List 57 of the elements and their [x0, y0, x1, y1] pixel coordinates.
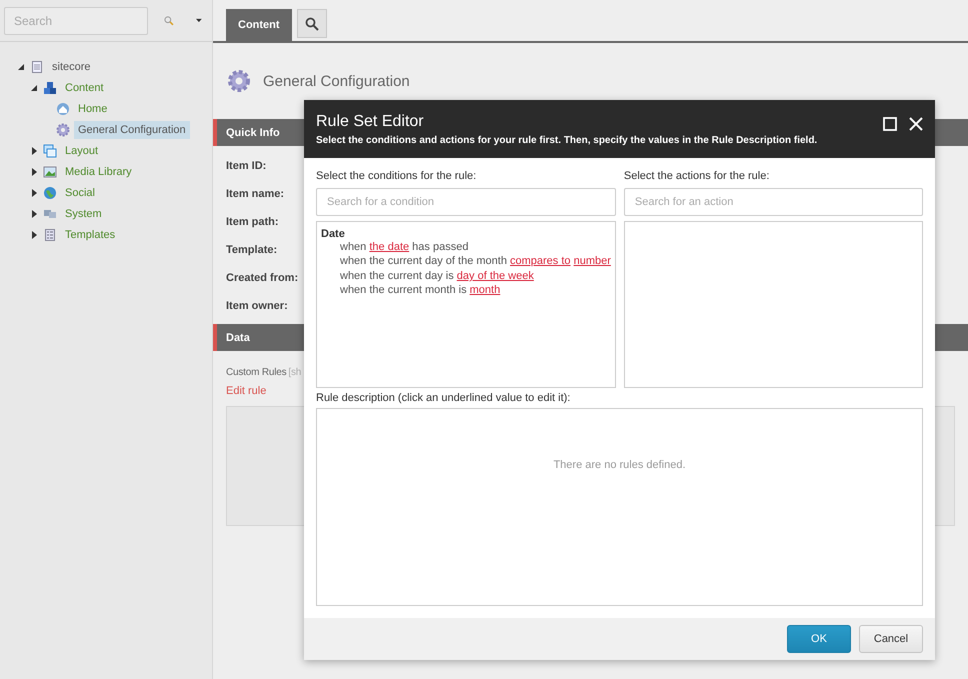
collapsed-arrow-icon[interactable] [32, 188, 36, 196]
image-icon [43, 164, 57, 178]
field-hint: [sh [288, 367, 302, 378]
field-label: Custom Rules [226, 367, 286, 378]
dialog-title: Rule Set Editor [316, 113, 425, 131]
tree-item[interactable]: Templates [61, 226, 120, 244]
gear-icon [56, 122, 70, 136]
field-label: Item name: [226, 188, 284, 202]
expanded-arrow-icon[interactable] [18, 64, 24, 70]
tree-item[interactable]: Home [74, 100, 112, 118]
tree-item[interactable]: System [61, 204, 106, 222]
item-title: General Configuration [263, 72, 410, 90]
field-label: Item ID: [226, 160, 266, 174]
empty-message: There are no rules defined. [553, 458, 686, 473]
maximize-icon[interactable] [883, 117, 897, 131]
condition-item[interactable]: when the current day is day of the week [340, 268, 534, 284]
search-button[interactable] [296, 9, 327, 38]
windows-icon [43, 144, 57, 158]
search-icon [304, 16, 319, 30]
conditions-label: Select the conditions for the rule: [316, 170, 478, 182]
field-label: Template: [226, 244, 278, 258]
home-icon [56, 102, 70, 116]
tree-item[interactable]: General Configuration [74, 120, 190, 138]
actions-label: Select the actions for the rule: [624, 170, 770, 182]
tree-item[interactable]: Layout [61, 142, 102, 160]
tree-item[interactable]: Social [61, 184, 99, 202]
search-field[interactable]: Search [4, 6, 148, 34]
close-icon[interactable] [909, 117, 923, 131]
collapsed-arrow-icon[interactable] [32, 146, 36, 154]
content-tab[interactable]: Content [226, 9, 292, 41]
dropdown-caret-icon[interactable] [196, 18, 202, 23]
field-label: Item path: [226, 216, 279, 230]
template-icon [43, 228, 57, 242]
dialog-subtitle: Select the conditions and actions for your rule first. Then, specify the values in the Rule Description field. [316, 135, 818, 146]
collapsed-arrow-icon[interactable] [32, 168, 36, 176]
gear-icon [227, 69, 251, 93]
group-heading: Date [321, 228, 346, 240]
ok-button[interactable]: OK [787, 624, 851, 653]
condition-search-field[interactable]: Search for a condition [316, 188, 616, 216]
document-icon [30, 60, 44, 74]
edit-rule-link[interactable]: Edit rule [226, 385, 266, 397]
collapsed-arrow-icon[interactable] [32, 210, 36, 218]
condition-item[interactable]: when the current day of the month compares to number [340, 254, 611, 269]
tree-item[interactable]: Content [61, 78, 108, 96]
condition-item[interactable]: when the date has passed [340, 240, 468, 254]
collapsed-arrow-icon[interactable] [32, 230, 36, 238]
tree-item[interactable]: sitecore [48, 58, 95, 76]
tree-item[interactable]: Media Library [61, 162, 136, 180]
cubes-icon [43, 80, 57, 94]
description-label: Rule description (click an underlined value to edit it): [316, 392, 572, 404]
globe-icon [43, 186, 57, 200]
condition-item[interactable]: when the current month is month [340, 283, 500, 298]
expanded-arrow-icon[interactable] [31, 84, 37, 90]
cancel-button[interactable]: Cancel [859, 624, 923, 653]
action-search-field[interactable]: Search for an action [624, 188, 923, 216]
field-label: Created from: [226, 272, 298, 286]
field-label: Item owner: [226, 300, 288, 314]
